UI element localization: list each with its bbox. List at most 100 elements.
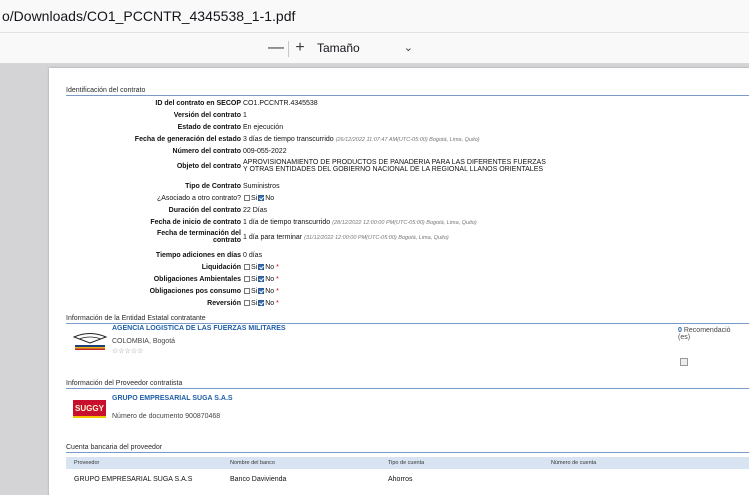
- field-label: Obligaciones Ambientales: [153, 276, 241, 283]
- field-value: Si No *: [243, 288, 279, 295]
- checkbox-no[interactable]: [258, 195, 265, 201]
- bank-section-title: Cuenta bancaria del proveedor: [66, 444, 163, 451]
- checkbox-si[interactable]: [244, 195, 250, 201]
- pdf-toolbar: — + Tamaño automático ⌄: [0, 33, 749, 77]
- recommendation-label: Recomendació: [683, 327, 731, 334]
- field-value: En ejecución: [243, 124, 284, 131]
- checkbox-si-label: Si: [251, 300, 258, 307]
- field-value: Si No *: [243, 300, 279, 307]
- checkbox-no[interactable]: [258, 288, 265, 294]
- field-value: Si No *: [243, 276, 279, 283]
- provider-logo: SUGGY: [73, 400, 106, 418]
- field-label-line-1: Fecha de terminación del: [156, 230, 241, 237]
- date-note: (31/12/2022 12:00:00 PM(UTC-05:00) Bogot…: [304, 235, 449, 241]
- field-label: ¿Asociado a otro contrato?: [156, 195, 241, 202]
- recommendation-count: 0: [678, 327, 682, 334]
- recommendations: 0 Recomendació (es): [678, 327, 731, 341]
- entity-location: COLOMBIA, Bogotá: [112, 338, 176, 345]
- date-note: (28/12/2022 12:00:00 PM(UTC-05:00) Bogot…: [332, 220, 477, 226]
- section-divider: [66, 452, 749, 453]
- contract-row-end-date: Fecha de terminación del contrato 1 día pa…: [49, 230, 749, 250]
- cell-bank-name: Banco Davivienda: [230, 476, 287, 483]
- field-value: 1: [243, 112, 247, 119]
- cell-account-type: Ahorros: [388, 476, 413, 483]
- toolbar-divider: [288, 41, 289, 57]
- field-value: 3 días de tiempo transcurrido (26/12/202…: [243, 136, 480, 143]
- field-value: 0 días: [243, 252, 263, 259]
- header-bank-name: Nombre del banco: [230, 460, 275, 466]
- checkbox-si[interactable]: [244, 276, 250, 282]
- cell-provider: GRUPO EMPRESARIAL SUGA S.A.S: [74, 476, 193, 483]
- field-value: CO1.PCCNTR.4345538: [243, 100, 318, 107]
- field-value: Si No *: [243, 264, 279, 271]
- required-mark: *: [276, 276, 279, 283]
- entity-logo: [72, 331, 108, 351]
- field-value: Si No: [243, 195, 274, 202]
- field-value: 22 Días: [243, 207, 268, 214]
- field-label: Estado de contrato: [177, 124, 241, 131]
- recommend-checkbox[interactable]: [680, 358, 688, 366]
- section-divider: [66, 388, 749, 389]
- checkbox-si[interactable]: [244, 288, 250, 294]
- field-label: Duración del contrato: [168, 207, 241, 214]
- field-label: Fecha de terminación del contrato: [157, 230, 241, 244]
- chevron-down-icon: ⌄: [403, 42, 413, 54]
- field-value: APROVISIONAMIENTO DE PRODUCTOS DE PANADE…: [243, 159, 546, 173]
- header-account-type: Tipo de cuenta: [388, 460, 425, 466]
- rating-stars: ☆☆☆☆☆: [112, 348, 144, 355]
- contract-section-title: Identificación del contrato: [66, 87, 146, 94]
- checkbox-no[interactable]: [258, 300, 265, 306]
- field-label: Número del contrato: [172, 148, 241, 155]
- field-label: Tiempo adiciones en días: [155, 252, 241, 259]
- field-value-text: 3 días de tiempo transcurrido: [243, 136, 334, 143]
- field-value: Suministros: [243, 183, 280, 190]
- file-path: o/Downloads/CO1_PCCNTR_4345538_1-1.pdf: [2, 8, 296, 24]
- table-row: GRUPO EMPRESARIAL SUGA S.A.S Banco Daviv…: [66, 473, 749, 485]
- pdf-page: Identificación del contrato ID del contr…: [49, 68, 749, 495]
- zoom-in-button[interactable]: +: [292, 38, 308, 58]
- recommendation-label-2: (es): [678, 334, 691, 341]
- bank-table-header: Proveedor Nombre del banco Tipo de cuent…: [66, 457, 749, 469]
- field-value-text: 1 día para terminar: [243, 234, 303, 241]
- field-value: 009-055-2022: [243, 148, 287, 155]
- required-mark: *: [276, 300, 279, 307]
- field-label: Liquidación: [201, 264, 241, 271]
- header-provider: Proveedor: [74, 460, 100, 466]
- provider-document: Número de documento 900870468: [112, 413, 221, 420]
- field-label: ID del contrato en SECOP: [155, 100, 241, 107]
- entity-section-title: Información de la Entidad Estatal contra…: [66, 315, 206, 322]
- provider-name-link[interactable]: GRUPO EMPRESARIAL SUGA S.A.S: [112, 395, 233, 402]
- checkbox-si-label: Si: [251, 288, 258, 295]
- entity-logo-icon: [72, 333, 108, 350]
- field-label: Fecha de generación del estado: [134, 136, 241, 143]
- header-account-number: Número de cuenta: [551, 460, 597, 466]
- pdf-viewer[interactable]: Identificación del contrato ID del contr…: [0, 64, 749, 495]
- field-value: 1 día para terminar (31/12/2022 12:00:00…: [243, 234, 449, 241]
- checkbox-no[interactable]: [258, 276, 265, 282]
- field-value-text: 1 día de tiempo transcurrido: [243, 219, 331, 226]
- entity-name-link[interactable]: AGENCIA LOGISTICA DE LAS FUERZAS MILITAR…: [112, 325, 286, 332]
- title-bar: o/Downloads/CO1_PCCNTR_4345538_1-1.pdf: [0, 0, 749, 33]
- field-label: Obligaciones pos consumo: [149, 288, 241, 295]
- field-label: Reversión: [207, 300, 241, 307]
- zoom-select[interactable]: Tamaño automático ⌄: [311, 37, 421, 77]
- checkbox-no[interactable]: [258, 264, 265, 270]
- field-value: 1 día de tiempo transcurrido (28/12/2022…: [243, 219, 477, 226]
- section-divider: [66, 95, 749, 96]
- field-label: Versión del contrato: [173, 112, 241, 119]
- field-label: Objeto del contrato: [176, 163, 241, 170]
- checkbox-si[interactable]: [244, 264, 250, 270]
- provider-section-title: Información del Proveedor contratista: [66, 380, 183, 387]
- checkbox-no-label: No: [265, 195, 275, 202]
- object-line-1: APROVISIONAMIENTO DE PRODUCTOS DE PANADE…: [243, 159, 546, 166]
- object-line-2: Y OTRAS ENTIDADES DEL GOBIERNO NACIONAL …: [243, 166, 544, 173]
- required-mark: *: [276, 264, 279, 271]
- checkbox-si[interactable]: [244, 300, 250, 306]
- field-label: Tipo de Contrato: [185, 183, 241, 190]
- field-label-line-2: contrato: [213, 237, 241, 244]
- section-divider: [66, 323, 749, 324]
- zoom-out-button[interactable]: —: [268, 38, 284, 58]
- checkbox-no-label: No: [265, 264, 275, 271]
- date-note: (26/12/2022 11:07:47 AM(UTC-05:00) Bogot…: [335, 137, 480, 143]
- contract-row-object: Objeto del contrato APROVISIONAMIENTO DE …: [49, 159, 749, 179]
